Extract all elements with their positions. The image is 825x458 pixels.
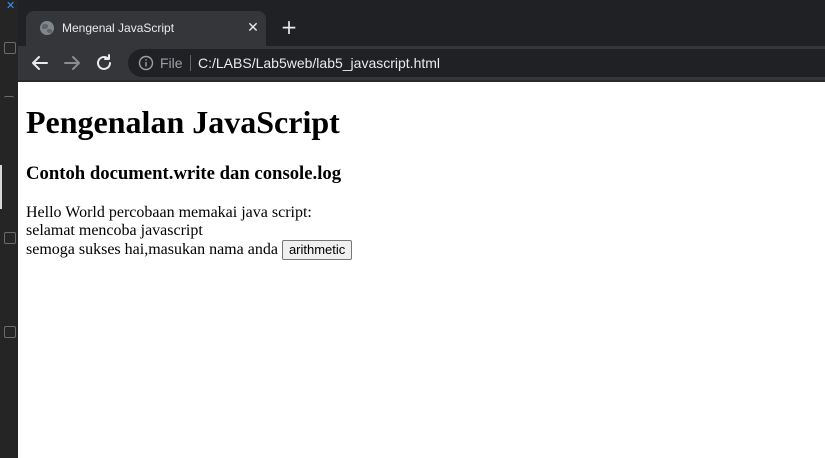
tab-title: Mengenal JavaScript [62, 21, 175, 35]
browser-window: Mengenal JavaScript ✕ + File C:/LABS/Lab… [18, 0, 825, 458]
browser-toolbar: File C:/LABS/Lab5web/lab5_javascript.htm… [18, 46, 825, 80]
globe-icon [40, 21, 54, 35]
url-text[interactable]: C:/LABS/Lab5web/lab5_javascript.html [198, 55, 440, 71]
editor-window-edge: ✕ [0, 0, 18, 458]
tab-strip: Mengenal JavaScript ✕ + [18, 0, 825, 46]
back-arrow-icon [32, 56, 48, 70]
editor-active-indicator [0, 165, 2, 209]
info-icon[interactable] [138, 55, 154, 71]
close-icon[interactable]: ✕ [245, 20, 261, 36]
back-button[interactable] [28, 51, 52, 75]
tab-mengenal-javascript[interactable]: Mengenal JavaScript ✕ [26, 11, 266, 46]
editor-files-icon [4, 42, 16, 54]
page-content: Pengenalan JavaScript Contoh document.wr… [18, 82, 825, 458]
output-line-semoga-text: semoga sukses hai,masukan nama anda [26, 241, 278, 258]
forward-arrow-icon [64, 56, 80, 70]
forward-button[interactable] [60, 51, 84, 75]
editor-extensions-icon [4, 232, 16, 244]
editor-close-icon: ✕ [6, 0, 16, 12]
address-bar[interactable]: File C:/LABS/Lab5web/lab5_javascript.htm… [128, 49, 825, 77]
editor-search-icon [4, 96, 14, 107]
new-tab-button[interactable]: + [277, 15, 301, 39]
output-line-selamat: selamat mencoba javascript [26, 222, 203, 239]
page-heading: Pengenalan JavaScript [26, 104, 340, 140]
reload-icon [97, 54, 111, 70]
omnibox-divider [190, 55, 191, 71]
output-line-hello: Hello World percobaan memakai java scrip… [26, 204, 312, 221]
reload-button[interactable] [92, 51, 116, 75]
arithmetic-button[interactable]: arithmetic [281, 240, 353, 260]
page-subheading: Contoh document.write dan console.log [26, 163, 342, 184]
editor-panel-icon [4, 326, 16, 338]
output-line-semoga: semoga sukses hai,masukan nama anda arith… [26, 240, 353, 260]
scheme-label: File [160, 55, 183, 71]
